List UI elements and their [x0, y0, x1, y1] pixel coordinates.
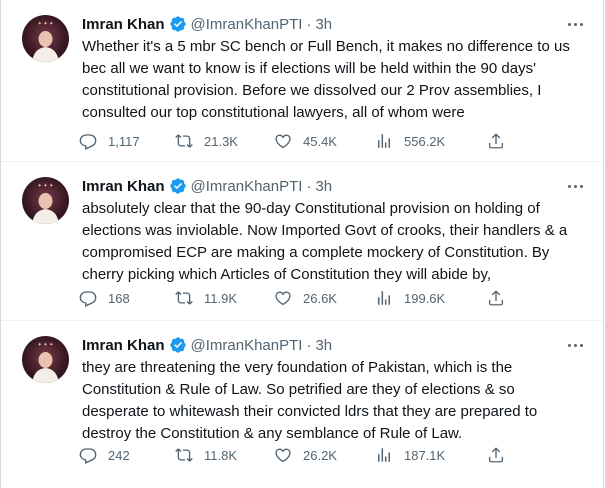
tweet-text-line: Constitution & Rule of Law. So petrified…: [82, 381, 515, 398]
more-icon[interactable]: [565, 16, 585, 32]
like-button[interactable]: 45.4K: [274, 131, 337, 151]
tweet-text: absolutely clear that the 90-day Constit…: [82, 198, 597, 286]
like-icon: [275, 134, 291, 149]
tweet-text-line: consulted our top constitutional lawyers…: [82, 104, 465, 121]
views-icon: [378, 448, 390, 462]
tweet-text-line: elections was inviolable. Now Imported G…: [82, 222, 568, 239]
tweet-text-line: Whether it's a 5 mbr SC bench or Full Be…: [82, 38, 570, 55]
retweet-count: 11.8K: [204, 447, 238, 463]
timestamp[interactable]: 3h: [315, 16, 332, 33]
separator-dot: ·: [306, 15, 312, 33]
views-count: 187.1K: [404, 447, 446, 463]
tweet-header: Imran Khan @ImranKhanPTI · 3h: [82, 176, 332, 196]
like-icon: [275, 291, 291, 306]
more-icon[interactable]: [565, 337, 585, 353]
reply-icon: [79, 291, 97, 307]
tweet-actions: 242 11.8K 26.2K 187.1K: [79, 445, 509, 465]
author-name[interactable]: Imran Khan: [82, 337, 165, 354]
tweet-text-line: destroy the Constitution & any semblance…: [82, 425, 463, 442]
retweet-count: 11.9K: [204, 290, 238, 306]
tweet-text-line: absolutely clear that the 90-day Constit…: [82, 200, 540, 217]
retweet-icon: [175, 134, 193, 148]
share-button[interactable]: [487, 288, 505, 308]
tweet-text-line: bec all we want to know is if elections …: [82, 60, 536, 77]
timestamp[interactable]: 3h: [315, 178, 332, 195]
tweet[interactable]: ✦ ✦ ✦ Imran Khan @ImranKhanPTI · 3h abso…: [1, 162, 603, 321]
separator-dot: ·: [306, 336, 312, 354]
tweet-text: Whether it's a 5 mbr SC bench or Full Be…: [82, 36, 597, 124]
verified-badge-icon: [169, 336, 187, 354]
tweet-actions: 1,117 21.3K 45.4K 556.2K: [79, 131, 509, 151]
views-count: 199.6K: [404, 290, 446, 306]
column-border-right: [603, 0, 604, 488]
views-count: 556.2K: [404, 133, 446, 149]
tweet-text-line: they are threatening the very foundation…: [82, 359, 513, 376]
share-icon: [488, 290, 504, 306]
like-count: 26.2K: [303, 447, 337, 463]
share-button[interactable]: [487, 445, 505, 465]
reply-icon: [79, 134, 97, 150]
separator-dot: ·: [306, 177, 312, 195]
tweet-header: Imran Khan @ImranKhanPTI · 3h: [82, 335, 332, 355]
reply-button[interactable]: 242: [79, 445, 130, 465]
author-handle[interactable]: @ImranKhanPTI: [191, 337, 303, 354]
retweet-button[interactable]: 11.9K: [175, 288, 237, 308]
tweet-text-line: compromised ECP are making a complete mo…: [82, 244, 550, 261]
svg-text:✦ ✦ ✦: ✦ ✦ ✦: [38, 21, 54, 27]
like-button[interactable]: 26.6K: [274, 288, 337, 308]
tweet-text: they are threatening the very foundation…: [82, 357, 597, 445]
views-icon: [378, 134, 390, 148]
svg-text:✦ ✦ ✦: ✦ ✦ ✦: [38, 342, 54, 348]
views-button[interactable]: 187.1K: [375, 445, 445, 465]
avatar[interactable]: ✦ ✦ ✦: [22, 177, 69, 224]
tweet-text-line: constitutional provision. Before we diss…: [82, 82, 542, 99]
reply-count: 168: [108, 290, 130, 306]
like-button[interactable]: 26.2K: [274, 445, 337, 465]
tweet-header: Imran Khan @ImranKhanPTI · 3h: [82, 14, 332, 34]
verified-badge-icon: [169, 177, 187, 195]
reply-button[interactable]: 168: [79, 288, 130, 308]
retweet-button[interactable]: 11.8K: [175, 445, 237, 465]
share-button[interactable]: [487, 131, 505, 151]
reply-icon: [79, 448, 97, 464]
tweet-text-line: desperate to whitewash their convicted l…: [82, 403, 538, 420]
tweet-actions: 168 11.9K 26.6K 199.6K: [79, 288, 509, 308]
author-handle[interactable]: @ImranKhanPTI: [191, 178, 303, 195]
author-name[interactable]: Imran Khan: [82, 16, 165, 33]
retweet-icon: [175, 448, 193, 462]
reply-count: 1,117: [108, 133, 140, 149]
retweet-button[interactable]: 21.3K: [175, 131, 238, 151]
timestamp[interactable]: 3h: [315, 337, 332, 354]
tweet-text-line: cherry picking which Articles of Constit…: [82, 266, 492, 283]
retweet-count: 21.3K: [204, 133, 238, 149]
author-name[interactable]: Imran Khan: [82, 178, 165, 195]
reply-count: 242: [108, 447, 130, 463]
like-icon: [275, 448, 291, 463]
share-icon: [488, 133, 504, 149]
tweet[interactable]: ✦ ✦ ✦ Imran Khan @ImranKhanPTI · 3h Whet…: [1, 0, 603, 162]
views-button[interactable]: 556.2K: [375, 131, 445, 151]
retweet-icon: [175, 291, 193, 305]
avatar[interactable]: ✦ ✦ ✦: [22, 336, 69, 383]
avatar[interactable]: ✦ ✦ ✦: [22, 15, 69, 62]
views-icon: [378, 291, 390, 305]
like-count: 45.4K: [303, 133, 337, 149]
more-icon[interactable]: [565, 178, 585, 194]
like-count: 26.6K: [303, 290, 337, 306]
svg-text:✦ ✦ ✦: ✦ ✦ ✦: [38, 183, 54, 189]
views-button[interactable]: 199.6K: [375, 288, 445, 308]
tweet[interactable]: ✦ ✦ ✦ Imran Khan @ImranKhanPTI · 3h they…: [1, 321, 603, 488]
author-handle[interactable]: @ImranKhanPTI: [191, 16, 303, 33]
share-icon: [488, 447, 504, 463]
verified-badge-icon: [169, 15, 187, 33]
reply-button[interactable]: 1,117: [79, 131, 140, 151]
